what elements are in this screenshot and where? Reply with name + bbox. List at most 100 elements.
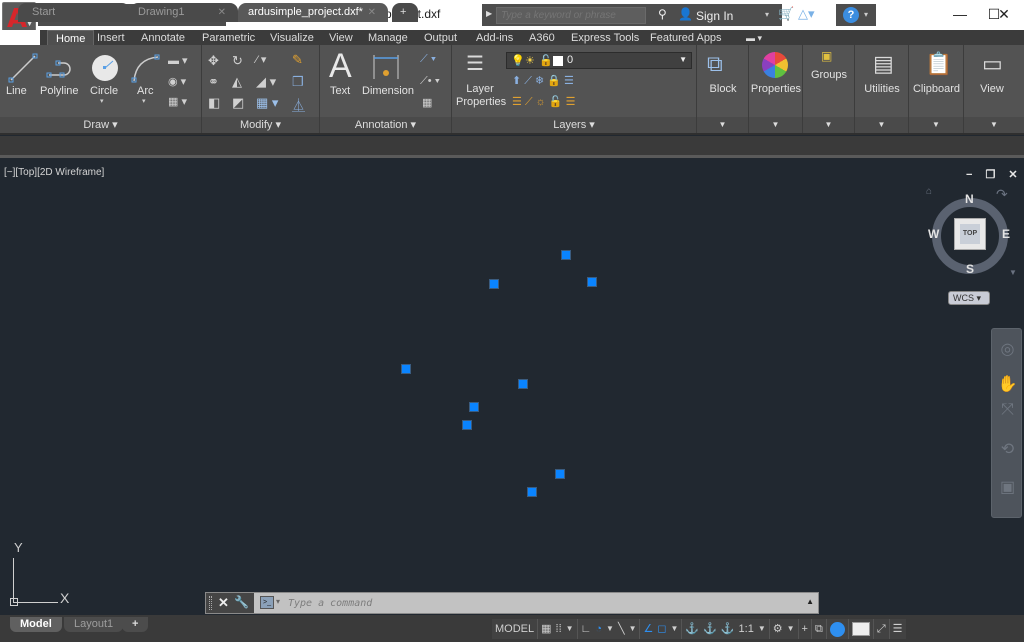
table-icon[interactable]: ▦ [422, 96, 432, 109]
close-icon[interactable]: ✕ [218, 3, 226, 22]
circle-button[interactable]: Circle [90, 85, 118, 97]
rotate-view-icon[interactable]: ↷ [996, 186, 1008, 203]
steering-wheel-icon[interactable]: ◎ [992, 339, 1023, 359]
mirror-icon[interactable]: ◭ [232, 74, 242, 90]
dimension-button[interactable]: Dimension [362, 85, 414, 97]
customization-button[interactable]: ☰ [889, 619, 906, 639]
cart-icon[interactable]: 🛒 [778, 6, 794, 22]
polyline-button[interactable]: Polyline [40, 85, 79, 97]
binoculars-icon[interactable]: ⚲ [658, 7, 667, 21]
point-entity[interactable] [489, 279, 499, 289]
text-icon[interactable]: A [329, 47, 352, 86]
arc-button[interactable]: Arc [137, 85, 154, 97]
point-entity[interactable] [462, 420, 472, 430]
clean-screen-button[interactable]: ⤢ [873, 619, 890, 639]
point-entity[interactable] [587, 277, 597, 287]
stretch-icon[interactable]: ◧ [208, 95, 220, 111]
grid-button[interactable]: ▦ ⁞⁞ ▼ [538, 619, 578, 639]
a360-icon[interactable]: △▾ [798, 6, 815, 22]
array-icon[interactable]: ▦ ▾ [256, 95, 278, 111]
chevron-down-icon[interactable]: ▾ [100, 97, 104, 105]
annotation-button[interactable]: ⚓ ⚓ ⚓ 1:1 ▼ [682, 619, 770, 639]
tab-insert[interactable]: Insert [97, 30, 125, 46]
point-entity[interactable] [469, 402, 479, 412]
utilities-panel[interactable]: ▤ Utilities ▼ [855, 45, 909, 133]
tab-visualize[interactable]: Visualize [270, 30, 314, 46]
file-tab-start[interactable]: Start [18, 3, 130, 22]
isolate-objects-button[interactable]: ⧉ [811, 619, 827, 639]
annotation-panel-title[interactable]: Annotation ▾ [320, 117, 451, 133]
tab-annotate[interactable]: Annotate [141, 30, 185, 46]
layout-tab-model[interactable]: Model [10, 617, 62, 632]
tab-view[interactable]: View [329, 30, 353, 46]
workspace-button[interactable]: ⚙ ▼ [769, 619, 799, 639]
close-button[interactable]: ✕ [986, 4, 1022, 26]
tab-parametric[interactable]: Parametric [202, 30, 255, 46]
hatch-icon[interactable]: ◉ ▾ [168, 75, 186, 88]
help-button[interactable]: ? ▾ [836, 4, 876, 26]
minimize-button[interactable]: — [942, 4, 978, 26]
point-entity[interactable] [527, 487, 537, 497]
layer-dropdown[interactable]: 💡 ☀ 🔓 0 ▼ [506, 52, 692, 69]
drawing-canvas[interactable] [0, 161, 1024, 619]
compass-south[interactable]: S [966, 262, 974, 276]
pan-icon[interactable]: ✋ [992, 374, 1023, 394]
chevron-down-icon[interactable]: ▾ [765, 10, 769, 19]
tab-home[interactable]: Home [47, 30, 95, 46]
trim-icon[interactable]: ⁄ ▾ [256, 53, 266, 66]
layer-properties-icon[interactable]: ☰ [466, 51, 484, 76]
properties-panel[interactable]: Properties ▼ [749, 45, 803, 133]
expand-icon[interactable]: ▶ [486, 9, 492, 18]
viewport-window-controls[interactable]: − ❐ ✕ [966, 168, 1023, 181]
new-tab-button[interactable]: + [392, 3, 418, 22]
point-entity[interactable] [555, 469, 565, 479]
tab-add-ins[interactable]: Add-ins [476, 30, 513, 46]
layer-isolate-icon[interactable]: ⬆ ⟋ ❄ 🔒 ☰ [512, 74, 574, 88]
dimension-icon[interactable] [372, 53, 400, 81]
home-icon[interactable]: ⌂ [926, 186, 932, 197]
chevron-down-icon[interactable]: ▼ [855, 117, 908, 133]
fillet-icon[interactable]: ◢ ▾ [256, 74, 276, 90]
circle-icon[interactable] [90, 53, 120, 83]
file-tab-drawing1[interactable]: Drawing1 ✕ [130, 3, 238, 22]
block-panel[interactable]: ⧉ Block ▼ [697, 45, 749, 133]
osnap-button[interactable]: ∠ ◻ ▼ [640, 619, 683, 639]
search-input[interactable] [496, 7, 646, 24]
move-icon[interactable]: ✥ [208, 53, 219, 69]
chevron-down-icon[interactable]: ▾ [142, 97, 146, 105]
add-layout-button[interactable]: + [122, 617, 149, 632]
chevron-down-icon[interactable]: ▼ [697, 117, 748, 133]
chevron-up-icon[interactable]: ▲ [806, 597, 814, 606]
close-icon[interactable]: ✕ [218, 595, 229, 611]
showmotion-icon[interactable]: ▣ [992, 477, 1023, 497]
zoom-extents-icon[interactable]: ⤧ [992, 401, 1023, 419]
layer-properties-button[interactable]: Layer Properties [456, 83, 506, 109]
command-line-handle[interactable]: ✕ 🔧 [206, 593, 254, 613]
layout-tab-layout1[interactable]: Layout1 [64, 617, 124, 632]
chevron-down-icon[interactable]: ▼ [964, 117, 1024, 133]
compass-west[interactable]: W [928, 227, 939, 241]
compass-east[interactable]: E [1002, 227, 1010, 241]
point-entity[interactable] [561, 250, 571, 260]
scale-icon[interactable]: ◩ [232, 95, 244, 111]
add-button[interactable]: + [798, 619, 812, 639]
tab-output[interactable]: Output [424, 30, 457, 46]
viewport-controls-label[interactable]: [−][Top][2D Wireframe] [4, 167, 104, 178]
tab-express-tools[interactable]: Express Tools [571, 30, 639, 46]
compass-north[interactable]: N [965, 192, 974, 206]
wrench-icon[interactable]: 🔧 [234, 595, 249, 609]
groups-panel[interactable]: ▣ Groups ▼ [803, 45, 855, 133]
tab-manage[interactable]: Manage [368, 30, 408, 46]
explode-icon[interactable]: ❒ [292, 74, 304, 90]
prompt-icon[interactable]: >_ [260, 596, 274, 609]
sign-in-link[interactable]: Sign In [696, 9, 733, 23]
viewcube-menu-icon[interactable]: ▼ [1009, 268, 1017, 277]
polyline-icon[interactable] [46, 55, 76, 81]
point-entity[interactable] [401, 364, 411, 374]
offset-icon[interactable]: ⏅ [292, 95, 305, 114]
leader-icon[interactable]: ⟋ ▾ [420, 53, 436, 66]
tab-featured-apps[interactable]: Featured Apps [650, 30, 722, 46]
rectangle-icon[interactable]: ▬ ▾ [168, 54, 188, 67]
text-button[interactable]: Text [330, 85, 350, 97]
line-button[interactable]: Line [6, 85, 27, 97]
